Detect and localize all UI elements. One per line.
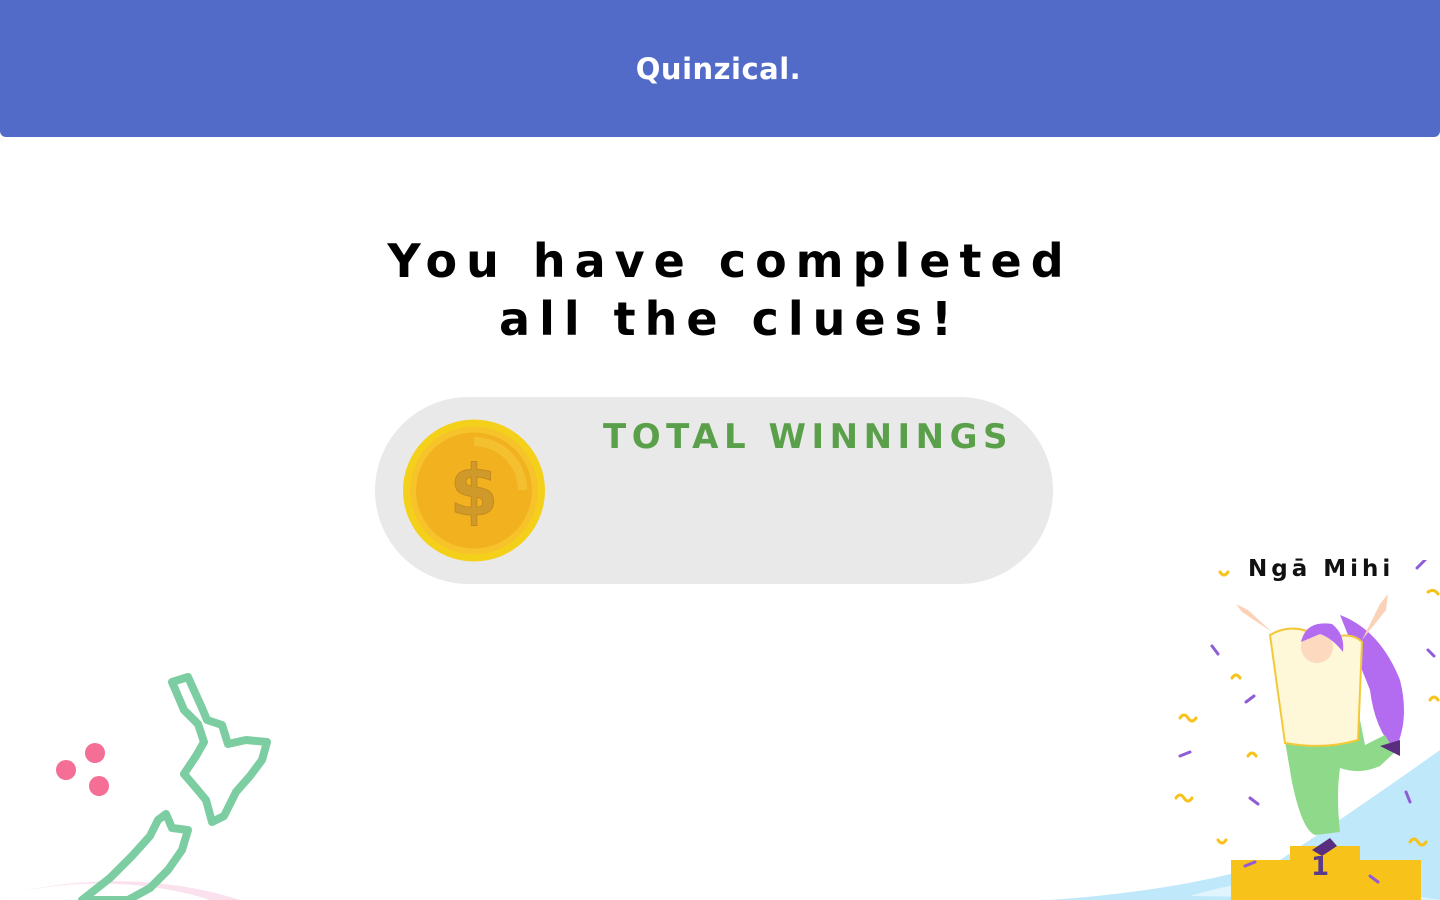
celebrating-winner-illustration (1050, 560, 1440, 900)
coin-dollar-icon: $ (403, 419, 545, 562)
total-winnings-label: TOTAL WINNINGS (603, 417, 1014, 457)
app-logo-title: Quinzical. (635, 52, 802, 86)
podium-first-place-number: 1 (1311, 852, 1330, 882)
completion-heading-line-1: You have completed (387, 234, 1073, 288)
completion-heading: You have completed all the clues! (0, 232, 1440, 348)
svg-text:$: $ (450, 450, 499, 532)
thank-you-message: Ngā Mihi (1248, 556, 1395, 582)
total-winnings-card: $ TOTAL WINNINGS (375, 397, 1053, 584)
new-zealand-map-decoration (0, 673, 271, 900)
app-header: Quinzical. (0, 0, 1440, 137)
completion-heading-line-2: all the clues! (499, 292, 961, 346)
